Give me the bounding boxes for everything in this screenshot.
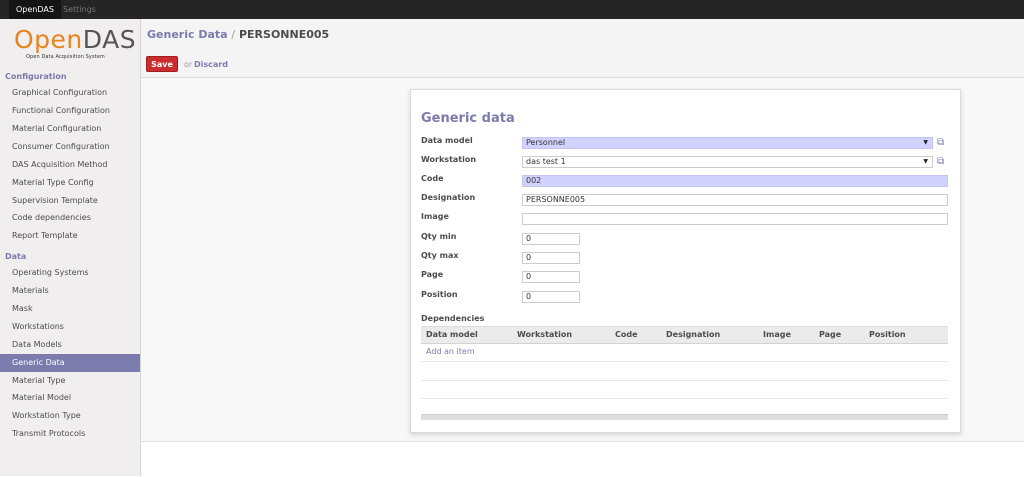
column-workstation[interactable]: Workstation [517, 330, 572, 339]
sidebar-section-data: Data [5, 252, 27, 261]
data-model-select[interactable]: Personnel ▼ [522, 137, 933, 149]
form-title: Generic data [421, 111, 515, 126]
external-link-icon[interactable]: ⧉ [937, 137, 944, 148]
page-input[interactable]: 0 [522, 271, 580, 283]
dependencies-label: Dependencies [421, 314, 485, 323]
sidebar-item-material-configuration[interactable]: Material Configuration [0, 120, 140, 138]
logo: OpenDAS Open Data Acquisition System [0, 19, 140, 69]
sidebar-section-configuration: Configuration [5, 72, 67, 81]
label-page: Page [421, 270, 444, 279]
column-code[interactable]: Code [615, 330, 638, 339]
sidebar-item-code-dependencies[interactable]: Code dependencies [0, 209, 140, 227]
label-position: Position [421, 290, 458, 299]
logo-title-das: DAS [82, 25, 137, 54]
discard-button[interactable]: Discard [194, 60, 228, 69]
qty-max-input[interactable]: 0 [522, 252, 580, 264]
sidebar-item-mask[interactable]: Mask [0, 300, 140, 318]
sidebar-item-transmit-protocols[interactable]: Transmit Protocols [0, 425, 140, 443]
caret-down-icon: ▼ [923, 139, 928, 146]
logo-title: OpenDAS [14, 27, 136, 53]
image-input[interactable] [522, 213, 948, 225]
top-navbar: OpenDAS Settings [0, 0, 1024, 19]
label-workstation: Workstation [421, 155, 477, 164]
sidebar-item-material-type[interactable]: Material Type [0, 372, 140, 390]
code-input[interactable]: 002 [522, 175, 948, 187]
column-position[interactable]: Position [869, 330, 906, 339]
column-page[interactable]: Page [819, 330, 841, 339]
sidebar: OpenDAS Open Data Acquisition System Con… [0, 19, 141, 476]
external-link-icon[interactable]: ⧉ [937, 156, 944, 167]
sidebar-item-das-acquisition-method[interactable]: DAS Acquisition Method [0, 156, 140, 174]
table-footer [421, 414, 948, 420]
sidebar-item-workstation-type[interactable]: Workstation Type [0, 407, 140, 425]
label-qty-min: Qty min [421, 232, 457, 241]
designation-input[interactable]: PERSONNE005 [522, 194, 948, 206]
logo-subtitle: Open Data Acquisition System [26, 54, 105, 60]
breadcrumb-separator: / [231, 28, 236, 41]
breadcrumb-parent-link[interactable]: Generic Data [147, 28, 228, 41]
table-row [421, 380, 948, 399]
workstation-select[interactable]: das test 1 ▼ [522, 156, 933, 168]
add-item-link[interactable]: Add an item [426, 347, 475, 356]
sidebar-item-graphical-configuration[interactable]: Graphical Configuration [0, 84, 140, 102]
label-designation: Designation [421, 193, 476, 202]
breadcrumb: Generic Data / PERSONNE005 [147, 28, 329, 41]
sidebar-item-operating-systems[interactable]: Operating Systems [0, 264, 140, 282]
position-input[interactable]: 0 [522, 291, 580, 303]
caret-down-icon: ▼ [923, 158, 928, 165]
label-data-model: Data model [421, 136, 473, 145]
sidebar-item-materials[interactable]: Materials [0, 282, 140, 300]
sidebar-item-report-template[interactable]: Report Template [0, 227, 140, 245]
sidebar-item-material-type-config[interactable]: Material Type Config [0, 174, 140, 192]
or-text: or [184, 60, 193, 69]
sidebar-item-functional-configuration[interactable]: Functional Configuration [0, 102, 140, 120]
column-image[interactable]: Image [763, 330, 791, 339]
form-sheet: Generic data Data model Personnel ▼ ⧉ Wo… [410, 89, 961, 433]
logo-title-open: Open [14, 25, 83, 54]
label-image: Image [421, 212, 449, 221]
column-designation[interactable]: Designation [666, 330, 720, 339]
breadcrumb-current: PERSONNE005 [238, 28, 330, 41]
sidebar-item-material-model[interactable]: Material Model [0, 389, 140, 407]
sidebar-item-consumer-configuration[interactable]: Consumer Configuration [0, 138, 140, 156]
table-header: Data model Workstation Code Designation … [421, 326, 948, 344]
save-button[interactable]: Save [146, 56, 178, 72]
menu-settings[interactable]: Settings [56, 0, 103, 19]
form-header: Generic Data / PERSONNE005 Save or Disca… [141, 19, 1024, 78]
label-qty-max: Qty max [421, 251, 459, 260]
qty-min-input[interactable]: 0 [522, 233, 580, 245]
data-model-value: Personnel [526, 138, 566, 147]
table-row: Add an item [421, 343, 948, 362]
table-row [421, 362, 948, 381]
menu-opendas[interactable]: OpenDAS [9, 0, 61, 19]
label-code: Code [421, 174, 444, 183]
column-data-model[interactable]: Data model [426, 330, 478, 339]
sidebar-item-workstations[interactable]: Workstations [0, 318, 140, 336]
sidebar-item-generic-data[interactable]: Generic Data [0, 354, 140, 372]
workstation-value: das test 1 [526, 157, 566, 166]
sidebar-item-data-models[interactable]: Data Models [0, 336, 140, 354]
bottom-strip [141, 441, 1024, 477]
sidebar-item-supervision-template[interactable]: Supervision Template [0, 192, 140, 210]
